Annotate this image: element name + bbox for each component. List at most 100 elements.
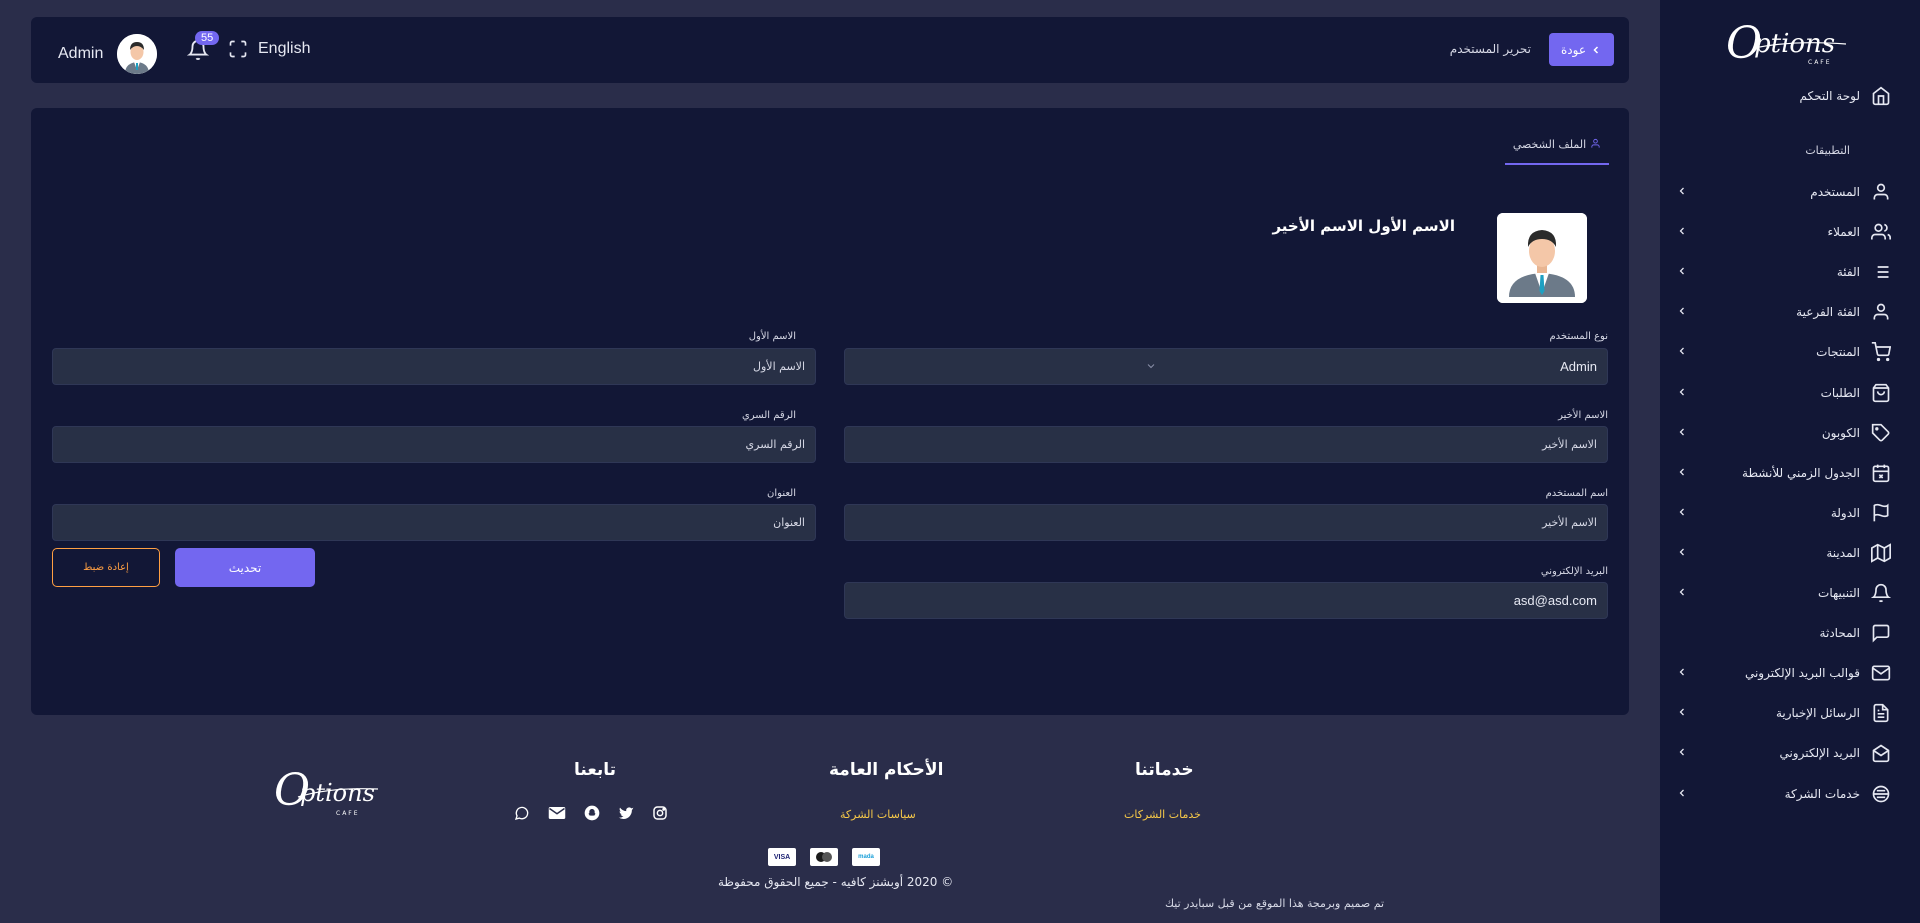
sidebar-item-label: قوالب البريد الإلكتروني: [1744, 666, 1860, 680]
last-name-input[interactable]: الاسم الأخير: [844, 426, 1608, 463]
terms-heading: الأحكام العامة: [829, 760, 944, 780]
sidebar-item-label: المنتجات: [1816, 345, 1860, 359]
bell-icon: [1870, 582, 1892, 604]
last-name-label: الاسم الأخير: [1558, 410, 1608, 421]
top-navbar: Admin 55 English عودة تحرير المستخدم: [31, 17, 1629, 83]
username-input[interactable]: الاسم الأخير: [844, 504, 1608, 541]
sidebar-item[interactable]: الفئة: [1660, 256, 1920, 288]
email-icon[interactable]: [548, 805, 566, 821]
user-icon: [1870, 301, 1892, 323]
sidebar-item[interactable]: المدينة: [1660, 537, 1920, 569]
users-icon: [1870, 221, 1892, 243]
chevron-left-icon: [1676, 305, 1688, 317]
sidebar-item[interactable]: الدولة: [1660, 497, 1920, 529]
sidebar-item[interactable]: الفئة الفرعية: [1660, 296, 1920, 328]
sidebar-item[interactable]: المحادثة: [1660, 617, 1920, 649]
sidebar-item[interactable]: الجدول الزمني للأنشطة: [1660, 457, 1920, 489]
back-button[interactable]: عودة: [1549, 33, 1614, 66]
sidebar-item[interactable]: التنبيهات: [1660, 577, 1920, 609]
sidebar-item[interactable]: العملاء: [1660, 216, 1920, 248]
sidebar-item-label: المستخدم: [1810, 185, 1860, 199]
reset-button[interactable]: إعادة ضبط: [52, 548, 160, 587]
sidebar-item-label: لوحة التحكم: [1799, 89, 1861, 103]
user-icon: [1870, 181, 1892, 203]
password-input[interactable]: الرقم السري: [52, 426, 816, 463]
sidebar-item-dashboard[interactable]: لوحة التحكم: [1660, 80, 1920, 112]
bag-icon: [1870, 382, 1892, 404]
visa-logo: VISA: [768, 848, 796, 866]
first-name-input[interactable]: الاسم الأول: [52, 348, 816, 385]
user-menu[interactable]: Admin: [58, 34, 158, 74]
snapchat-icon[interactable]: [584, 805, 600, 821]
sidebar-item[interactable]: الطلبات: [1660, 377, 1920, 409]
page-title: تحرير المستخدم: [1449, 42, 1531, 56]
whatsapp-icon[interactable]: [514, 805, 530, 821]
avatar[interactable]: [117, 34, 158, 74]
user-type-value: Admin: [1560, 359, 1597, 374]
edit-user-card: الملف الشخصي الاسم الأول الاسم الأخير نو…: [31, 108, 1629, 715]
sidebar-section-label: التطبيقات: [1805, 144, 1850, 157]
sidebar-item[interactable]: خدمات الشركة: [1660, 778, 1920, 810]
address-input[interactable]: العنوان: [52, 504, 816, 541]
sidebar-item[interactable]: البريد الإلكتروني: [1660, 737, 1920, 769]
notification-badge: 55: [195, 31, 220, 45]
fullscreen-icon[interactable]: [228, 39, 248, 59]
map-icon: [1870, 542, 1892, 564]
sidebar-item-label: المحادثة: [1819, 626, 1860, 640]
chevron-left-icon: [1676, 265, 1688, 277]
chevron-left-icon: [1676, 666, 1688, 678]
update-button[interactable]: تحديث: [175, 548, 315, 587]
footer-logo: O ptions CAFE: [270, 757, 380, 827]
chevron-left-icon: [1590, 44, 1602, 56]
language-switcher[interactable]: English: [228, 39, 310, 59]
services-link[interactable]: خدمات الشركات: [1124, 808, 1201, 821]
sidebar-item[interactable]: الرسائل الإخبارية: [1660, 697, 1920, 729]
sidebar-item-label: الجدول الزمني للأنشطة: [1742, 466, 1860, 480]
first-name-label: الاسم الأول: [748, 331, 796, 342]
chevron-left-icon: [1676, 466, 1688, 478]
tag-icon: [1870, 422, 1892, 444]
sidebar-logo[interactable]: O ptions CAFE: [1724, 12, 1850, 72]
user-type-select[interactable]: Admin: [844, 348, 1608, 385]
file-text-icon: [1870, 702, 1892, 724]
last-name-value: الاسم الأخير: [1542, 438, 1597, 451]
sidebar-item-label: المدينة: [1826, 546, 1860, 560]
back-label: عودة: [1561, 42, 1586, 57]
terms-link[interactable]: سياسات الشركة: [840, 808, 916, 821]
calendar-x-icon: [1870, 462, 1892, 484]
sidebar-item-label: خدمات الشركة: [1784, 787, 1860, 801]
tab-profile[interactable]: الملف الشخصي: [1505, 134, 1609, 165]
main-area: Admin 55 English عودة تحرير المستخدم الم…: [0, 0, 1660, 923]
first-name-value: الاسم الأول: [753, 360, 805, 373]
mada-logo: mada: [852, 848, 880, 866]
flag-icon: [1870, 502, 1892, 524]
chevron-left-icon: [1676, 426, 1688, 438]
password-value: الرقم السري: [745, 438, 805, 451]
sidebar-item[interactable]: المنتجات: [1660, 336, 1920, 368]
user-icon: [1590, 138, 1601, 149]
username-value: الاسم الأخير: [1542, 516, 1597, 529]
twitter-icon[interactable]: [618, 805, 634, 821]
sidebar-item-label: العملاء: [1827, 225, 1860, 239]
email-input[interactable]: asd@asd.com: [844, 582, 1608, 619]
chevron-left-icon: [1676, 506, 1688, 518]
sidebar: O ptions CAFE لوحة التحكم التطبيقات المس…: [1660, 0, 1920, 923]
chevron-left-icon: [1676, 706, 1688, 718]
sidebar-item-label: الطلبات: [1820, 386, 1860, 400]
mastercard-logo: [810, 848, 838, 866]
svg-text:CAFE: CAFE: [336, 810, 360, 817]
instagram-icon[interactable]: [652, 805, 668, 821]
chevron-left-icon: [1676, 586, 1688, 598]
sidebar-item[interactable]: المستخدم: [1660, 176, 1920, 208]
sidebar-item-label: الكوبون: [1821, 426, 1860, 440]
sidebar-item-label: الفئة: [1836, 265, 1860, 279]
copyright-text: © 2020 أوبشنز كافيه - جميع الحقوق محفوظة: [718, 875, 954, 889]
services-heading: خدماتنا: [1135, 760, 1194, 780]
sidebar-item-label: الفئة الفرعية: [1796, 305, 1860, 319]
language-label: English: [258, 40, 311, 57]
sidebar-item-label: البريد الإلكتروني: [1779, 746, 1860, 760]
notifications-bell[interactable]: 55: [187, 31, 220, 63]
sidebar-item[interactable]: الكوبون: [1660, 417, 1920, 449]
cart-icon: [1870, 341, 1892, 363]
sidebar-item[interactable]: قوالب البريد الإلكتروني: [1660, 657, 1920, 689]
